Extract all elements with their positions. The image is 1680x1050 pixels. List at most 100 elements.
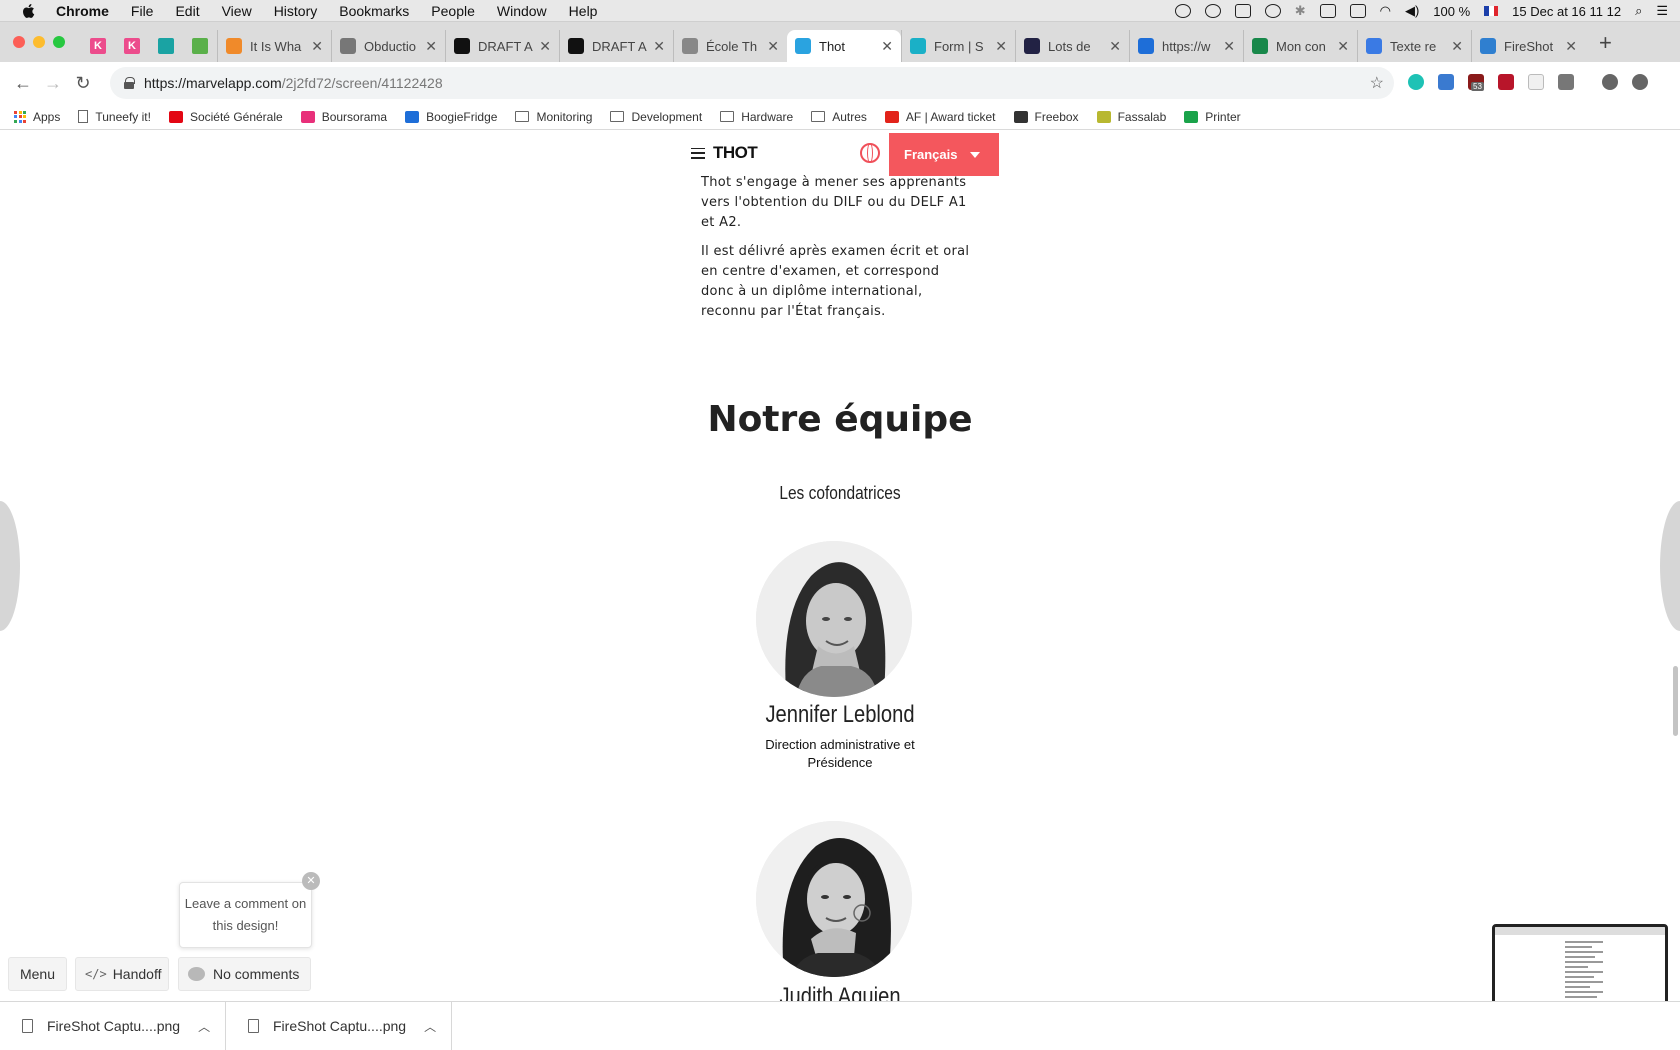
close-tab-icon[interactable]: ✕	[881, 38, 893, 55]
gray-extension-icon[interactable]	[1558, 74, 1574, 90]
menu-button[interactable]: Menu	[8, 957, 67, 991]
menu-history[interactable]: History	[274, 3, 318, 19]
bookmark-apps[interactable]: Apps	[14, 110, 60, 124]
bookmark-printer[interactable]: Printer	[1184, 110, 1241, 124]
close-tab-icon[interactable]: ✕	[767, 38, 779, 55]
keyboard-icon[interactable]	[1349, 4, 1366, 18]
browser-tab[interactable]: Thot ✕	[787, 30, 901, 62]
download-item[interactable]: FireShot Captu....png ︿	[226, 1001, 452, 1050]
pinned-tab-4[interactable]	[183, 30, 217, 62]
update-icon[interactable]	[1632, 74, 1648, 90]
wifi-icon[interactable]: ◠	[1380, 3, 1391, 19]
apple-icon[interactable]	[20, 2, 38, 20]
close-tab-icon[interactable]: ✕	[995, 38, 1007, 55]
bookmark-soci-t-g-n-rale[interactable]: Société Générale	[168, 110, 283, 124]
close-tooltip-button[interactable]: ✕	[302, 872, 320, 890]
airplay-icon[interactable]	[1319, 4, 1336, 18]
menu-bookmarks[interactable]: Bookmarks	[339, 3, 409, 19]
close-tab-icon[interactable]: ✕	[311, 38, 323, 55]
zoom-window-button[interactable]	[53, 36, 65, 48]
browser-tab[interactable]: Mon con ✕	[1243, 30, 1357, 62]
close-window-button[interactable]	[13, 36, 25, 48]
bookmark-boursorama[interactable]: Boursorama	[300, 110, 387, 124]
bookmark-tuneefy-it[interactable]: Tuneefy it!	[78, 110, 151, 124]
bookmark-star-icon[interactable]: ☆	[1370, 73, 1384, 93]
pinned-tab-3[interactable]	[149, 30, 183, 62]
back-arrow-icon[interactable]: ←	[8, 73, 38, 94]
minimize-window-button[interactable]	[33, 36, 45, 48]
next-screen-arrow[interactable]	[1660, 501, 1680, 631]
download-item[interactable]: FireShot Captu....png ︿	[0, 1001, 226, 1050]
prev-screen-arrow[interactable]	[0, 501, 20, 631]
window-controls	[13, 22, 65, 62]
close-tab-icon[interactable]: ✕	[1109, 38, 1121, 55]
new-tab-button[interactable]: +	[1599, 30, 1612, 56]
menu-view[interactable]: View	[222, 3, 252, 19]
chevron-up-icon[interactable]: ︿	[198, 1018, 210, 1035]
menu-help[interactable]: Help	[569, 3, 598, 19]
menu-chrome[interactable]: Chrome	[56, 3, 109, 19]
browser-tab[interactable]: DRAFT A ✕	[445, 30, 559, 62]
close-tab-icon[interactable]: ✕	[1565, 38, 1577, 55]
close-tab-icon[interactable]: ✕	[1451, 38, 1463, 55]
bookmark-monitoring[interactable]: Monitoring	[515, 110, 592, 124]
volume-icon[interactable]: ◀)	[1405, 3, 1419, 19]
bookmark-freebox[interactable]: Freebox	[1013, 110, 1079, 124]
address-bar[interactable]: https://marvelapp.com/2j2fd72/screen/411…	[110, 67, 1394, 99]
url-host: https://marvelapp.com	[144, 75, 282, 91]
bookmark-development[interactable]: Development	[610, 110, 702, 124]
comments-button[interactable]: No comments	[178, 957, 311, 991]
browser-tab[interactable]: Form | S ✕	[901, 30, 1015, 62]
close-tab-icon[interactable]: ✕	[425, 38, 437, 55]
pinned-tab-1[interactable]: K	[81, 30, 115, 62]
forward-arrow-icon[interactable]: →	[38, 73, 68, 94]
marvel-extension-icon[interactable]	[1408, 74, 1424, 90]
browser-tab[interactable]: Obductio ✕	[331, 30, 445, 62]
reload-icon[interactable]: ↻	[68, 73, 98, 94]
browser-tab[interactable]: Lots de ✕	[1015, 30, 1129, 62]
bookmark-hardware[interactable]: Hardware	[720, 110, 793, 124]
close-tab-icon[interactable]: ✕	[1223, 38, 1235, 55]
spotlight-search-icon[interactable]: ⌕	[1635, 3, 1642, 19]
bookmark-boogiefridge[interactable]: BoogieFridge	[405, 110, 497, 124]
battery-status[interactable]: 100 %	[1433, 4, 1470, 19]
close-tab-icon[interactable]: ✕	[653, 38, 665, 55]
profile-avatar-icon[interactable]	[1602, 74, 1618, 90]
json-extension-icon[interactable]	[1528, 74, 1544, 90]
bookmark-fassalab[interactable]: Fassalab	[1096, 110, 1166, 124]
notification-center-icon[interactable]: ☰	[1656, 3, 1668, 19]
lock-icon[interactable]	[124, 77, 135, 89]
scrollbar-thumb[interactable]	[1673, 666, 1678, 736]
chevron-up-icon[interactable]: ︿	[424, 1018, 436, 1035]
close-tab-icon[interactable]: ✕	[539, 38, 551, 55]
site-logo[interactable]: THOT	[713, 143, 758, 163]
browser-tab[interactable]: It Is Wha ✕	[217, 30, 331, 62]
browser-tab[interactable]: https://w ✕	[1129, 30, 1243, 62]
browser-tab[interactable]: FireShot ✕	[1471, 30, 1585, 62]
hamburger-menu-icon[interactable]	[691, 147, 705, 159]
browser-tab[interactable]: École Th ✕	[673, 30, 787, 62]
browser-tab[interactable]: DRAFT A ✕	[559, 30, 673, 62]
clock[interactable]: 15 Dec at 16 11 12	[1512, 4, 1621, 19]
menu-window[interactable]: Window	[497, 3, 547, 19]
menu-edit[interactable]: Edit	[175, 3, 199, 19]
bookmark-af-award-ticket[interactable]: AF | Award ticket	[884, 110, 996, 124]
handoff-button[interactable]: </> Handoff	[75, 957, 169, 991]
close-tab-icon[interactable]: ✕	[1337, 38, 1349, 55]
pinned-tab-2[interactable]: K	[115, 30, 149, 62]
ublock-extension-icon[interactable]: 53	[1468, 74, 1484, 91]
bookmark-autres[interactable]: Autres	[811, 110, 867, 124]
fireshot-extension-icon[interactable]	[1438, 74, 1454, 90]
time-machine-icon[interactable]	[1264, 4, 1281, 18]
language-selector[interactable]: Français	[889, 133, 999, 176]
browser-tab[interactable]: Texte re ✕	[1357, 30, 1471, 62]
status-icon-1[interactable]	[1174, 4, 1191, 18]
status-icon-2[interactable]	[1204, 4, 1221, 18]
shield-extension-icon[interactable]	[1498, 74, 1514, 90]
menu-file[interactable]: File	[131, 3, 154, 19]
menu-people[interactable]: People	[431, 3, 475, 19]
french-flag-icon[interactable]	[1484, 6, 1499, 16]
bluetooth-icon[interactable]: ✱	[1295, 3, 1306, 19]
globe-icon[interactable]	[860, 143, 880, 163]
status-icon-3[interactable]	[1234, 4, 1251, 18]
